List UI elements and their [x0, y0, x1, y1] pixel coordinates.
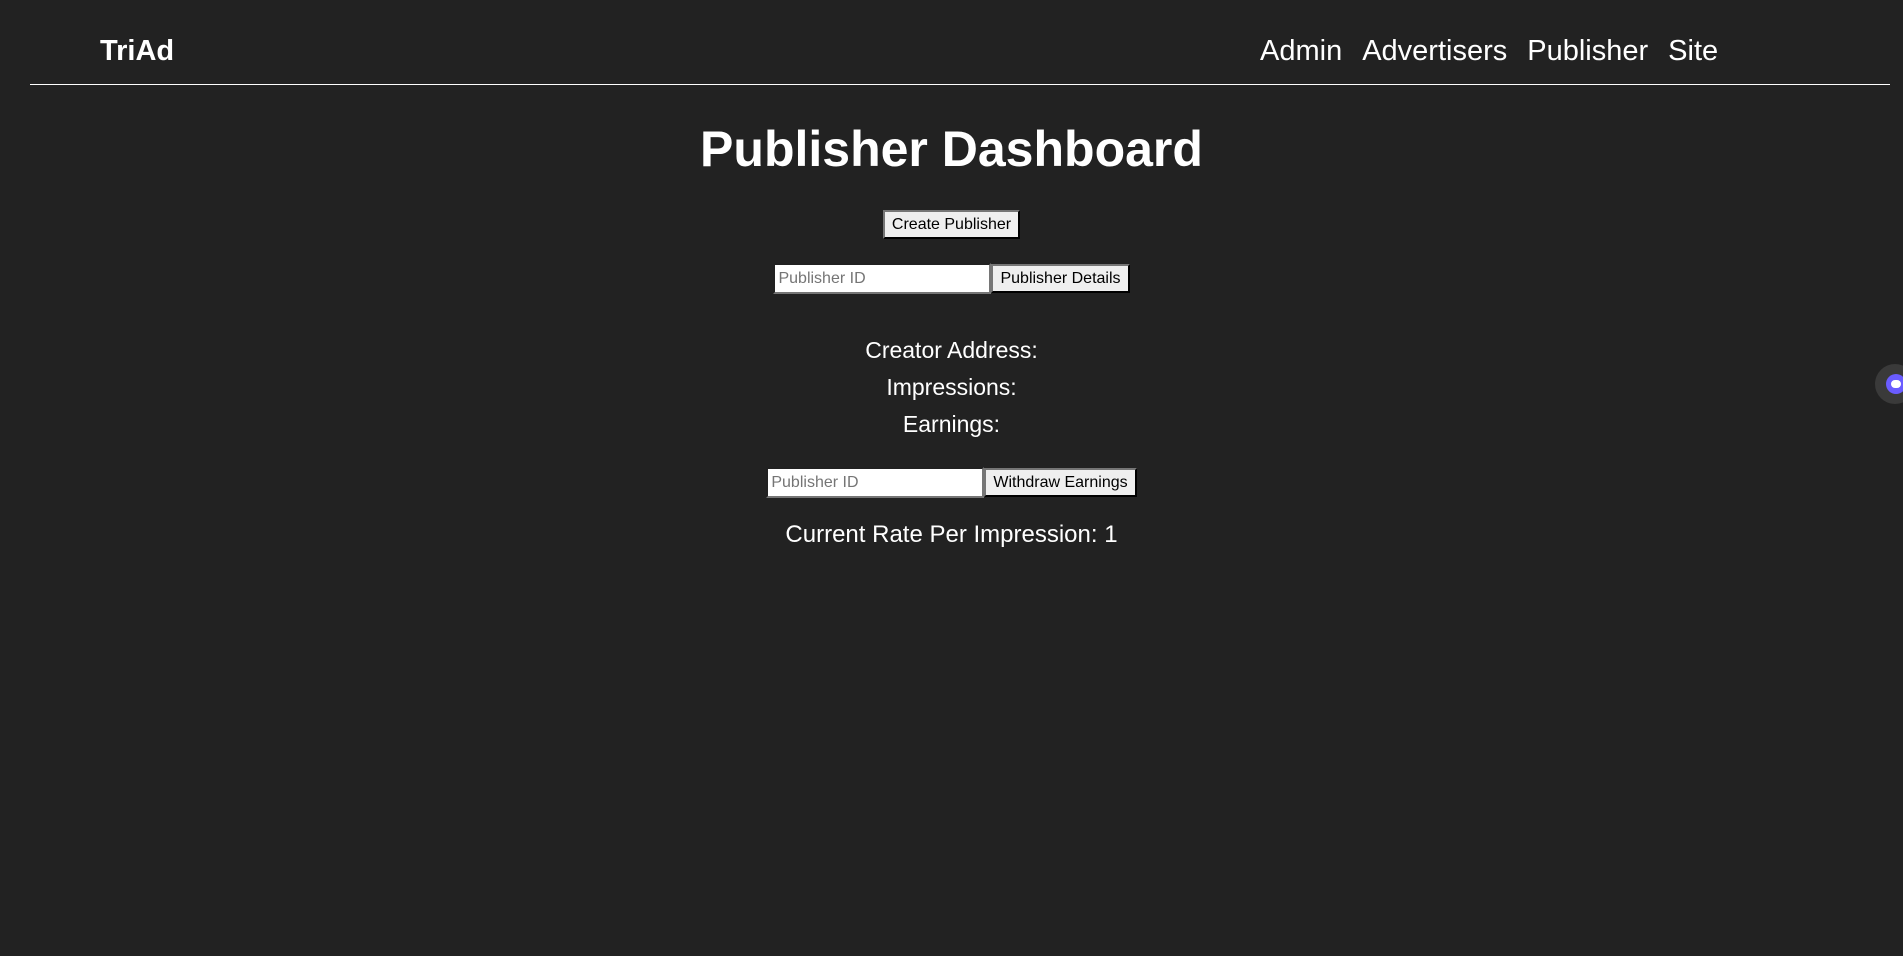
creator-address-label: Creator Address:: [865, 337, 1038, 363]
nav-link-admin[interactable]: Admin: [1260, 34, 1342, 68]
rate-per-impression: Current Rate Per Impression: 1: [785, 521, 1118, 548]
page-title: Publisher Dashboard: [700, 121, 1203, 177]
publisher-info: Creator Address: Impressions: Earnings:: [0, 332, 1903, 443]
navbar: TriAd Admin Advertisers Publisher Site: [30, 0, 1890, 85]
create-publisher-button[interactable]: Create Publisher: [882, 210, 1021, 239]
nav-link-publisher[interactable]: Publisher: [1527, 34, 1648, 68]
nav-link-advertisers[interactable]: Advertisers: [1362, 34, 1507, 68]
impressions-label: Impressions:: [886, 374, 1017, 400]
publisher-id-withdraw-input[interactable]: [766, 467, 985, 498]
nav-links: Admin Advertisers Publisher Site: [1260, 34, 1718, 68]
withdraw-earnings-button[interactable]: Withdraw Earnings: [984, 468, 1137, 498]
withdraw-row: Withdraw Earnings: [0, 467, 1903, 498]
nav-link-site[interactable]: Site: [1668, 34, 1718, 68]
assistant-widget-icon: [1886, 374, 1903, 394]
earnings-label: Earnings:: [902, 411, 1001, 437]
main-content: Publisher Dashboard Create Publisher Pub…: [0, 84, 1903, 550]
create-row: Create Publisher: [0, 210, 1903, 239]
brand-logo[interactable]: TriAd: [100, 34, 174, 68]
publisher-details-button[interactable]: Publisher Details: [991, 264, 1130, 294]
details-row: Publisher Details: [0, 263, 1903, 294]
publisher-id-details-input[interactable]: [773, 263, 992, 294]
